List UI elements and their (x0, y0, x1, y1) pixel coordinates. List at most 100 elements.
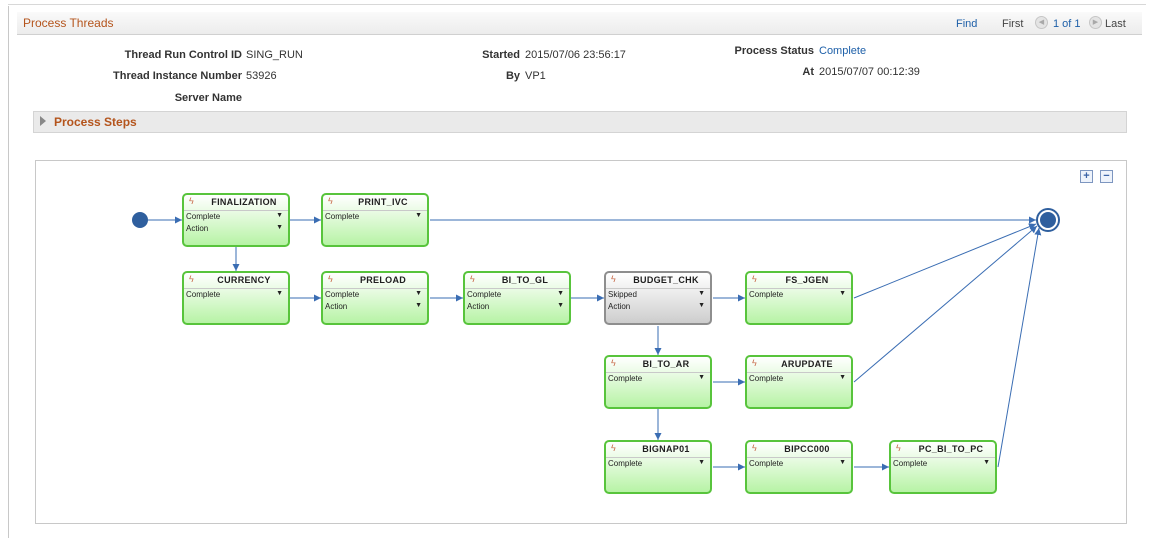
step-node-budget-chk[interactable]: ϟ BUDGET_CHK Skipped ▼ Action ▼ (604, 271, 712, 325)
caret-down-icon[interactable]: ▼ (276, 212, 283, 219)
status-row[interactable]: Complete ▼ (747, 373, 851, 385)
lightning-icon: ϟ (189, 274, 194, 284)
lightning-icon: ϟ (611, 274, 616, 284)
step-header: ϟ PC_BI_TO_PC (891, 442, 995, 458)
lightning-icon: ϟ (752, 358, 757, 368)
caret-down-icon[interactable]: ▼ (983, 459, 990, 466)
action-row[interactable]: Action ▼ (606, 301, 710, 313)
caret-down-icon[interactable]: ▼ (839, 459, 846, 466)
step-name: BIGNAP01 (642, 444, 690, 454)
step-header: ϟ PRINT_IVC (323, 195, 427, 211)
caret-down-icon[interactable]: ▼ (698, 459, 705, 466)
step-node-finalization[interactable]: ϟ FINALIZATION Complete ▼ Action ▼ (182, 193, 290, 247)
action-label: Action (608, 302, 631, 311)
step-node-bignap01[interactable]: ϟ BIGNAP01 Complete ▼ (604, 440, 712, 494)
step-node-currency[interactable]: ϟ CURRENCY Complete ▼ (182, 271, 290, 325)
step-name: PRELOAD (359, 275, 407, 285)
status-label: Complete (749, 459, 784, 468)
step-header: ϟ BI_TO_AR (606, 357, 710, 373)
step-name: BIPCC000 (784, 444, 830, 454)
step-header: ϟ BIGNAP01 (606, 442, 710, 458)
caret-down-icon[interactable]: ▼ (698, 374, 705, 381)
status-label: Complete (608, 459, 643, 468)
caret-down-icon[interactable]: ▼ (415, 302, 422, 309)
lightning-icon: ϟ (752, 443, 757, 453)
lightning-icon: ϟ (470, 274, 475, 284)
action-label: Action (467, 302, 490, 311)
step-name: PRINT_IVC (358, 197, 408, 207)
lightning-icon: ϟ (328, 196, 333, 206)
status-row[interactable]: Complete ▼ (606, 373, 710, 385)
status-row[interactable]: Complete ▼ (465, 289, 569, 301)
status-row[interactable]: Complete ▼ (606, 458, 710, 470)
step-name: FINALIZATION (211, 197, 277, 207)
step-header: ϟ PRELOAD (323, 273, 427, 289)
lightning-icon: ϟ (896, 443, 901, 453)
caret-down-icon[interactable]: ▼ (839, 374, 846, 381)
status-row[interactable]: Complete ▼ (323, 289, 427, 301)
caret-down-icon[interactable]: ▼ (276, 224, 283, 231)
status-row[interactable]: Complete ▼ (323, 211, 427, 223)
connector (853, 223, 1037, 299)
action-label: Action (186, 224, 209, 233)
lightning-icon: ϟ (752, 274, 757, 284)
step-name: FS_JGEN (785, 275, 829, 285)
connector (853, 225, 1038, 383)
step-node-preload[interactable]: ϟ PRELOAD Complete ▼ Action ▼ (321, 271, 429, 325)
status-row[interactable]: Complete ▼ (184, 289, 288, 301)
status-label: Complete (325, 212, 360, 221)
caret-down-icon[interactable]: ▼ (557, 302, 564, 309)
status-row[interactable]: Skipped ▼ (606, 289, 710, 301)
step-header: ϟ BUDGET_CHK (606, 273, 710, 289)
step-node-bipcc000[interactable]: ϟ BIPCC000 Complete ▼ (745, 440, 853, 494)
step-header: ϟ FS_JGEN (747, 273, 851, 289)
action-row[interactable]: Action ▼ (465, 301, 569, 313)
action-row[interactable]: Action ▼ (323, 301, 427, 313)
lightning-icon: ϟ (189, 196, 194, 206)
status-label: Skipped (608, 290, 637, 299)
caret-down-icon[interactable]: ▼ (698, 290, 705, 297)
step-node-arupdate[interactable]: ϟ ARUPDATE Complete ▼ (745, 355, 853, 409)
status-label: Complete (186, 212, 221, 221)
connector (997, 227, 1042, 468)
caret-down-icon[interactable]: ▼ (698, 302, 705, 309)
status-label: Complete (749, 374, 784, 383)
caret-down-icon[interactable]: ▼ (415, 212, 422, 219)
step-name: PC_BI_TO_PC (918, 444, 984, 454)
caret-down-icon[interactable]: ▼ (839, 290, 846, 297)
status-row[interactable]: Complete ▼ (891, 458, 995, 470)
step-header: ϟ BI_TO_GL (465, 273, 569, 289)
status-label: Complete (186, 290, 221, 299)
lightning-icon: ϟ (328, 274, 333, 284)
lightning-icon: ϟ (611, 358, 616, 368)
step-header: ϟ CURRENCY (184, 273, 288, 289)
step-node-pc-bi-to-pc[interactable]: ϟ PC_BI_TO_PC Complete ▼ (889, 440, 997, 494)
caret-down-icon[interactable]: ▼ (276, 290, 283, 297)
status-label: Complete (467, 290, 502, 299)
start-node-icon (132, 212, 148, 228)
action-row[interactable]: Action ▼ (184, 223, 288, 235)
status-row[interactable]: Complete ▼ (747, 458, 851, 470)
status-label: Complete (325, 290, 360, 299)
action-label: Action (325, 302, 348, 311)
caret-down-icon[interactable]: ▼ (557, 290, 564, 297)
step-name: BI_TO_AR (642, 359, 690, 369)
lightning-icon: ϟ (611, 443, 616, 453)
status-row[interactable]: Complete ▼ (747, 289, 851, 301)
step-header: ϟ ARUPDATE (747, 357, 851, 373)
step-node-print-ivc[interactable]: ϟ PRINT_IVC Complete ▼ (321, 193, 429, 247)
status-label: Complete (608, 374, 643, 383)
step-name: BI_TO_GL (501, 275, 549, 285)
step-header: ϟ BIPCC000 (747, 442, 851, 458)
status-row[interactable]: Complete ▼ (184, 211, 288, 223)
status-label: Complete (893, 459, 928, 468)
caret-down-icon[interactable]: ▼ (415, 290, 422, 297)
step-node-bi-to-ar[interactable]: ϟ BI_TO_AR Complete ▼ (604, 355, 712, 409)
step-name: BUDGET_CHK (633, 275, 699, 285)
step-header: ϟ FINALIZATION (184, 195, 288, 211)
step-name: ARUPDATE (781, 359, 833, 369)
step-node-fs-jgen[interactable]: ϟ FS_JGEN Complete ▼ (745, 271, 853, 325)
step-name: CURRENCY (217, 275, 271, 285)
step-node-bi-to-gl[interactable]: ϟ BI_TO_GL Complete ▼ Action ▼ (463, 271, 571, 325)
status-label: Complete (749, 290, 784, 299)
